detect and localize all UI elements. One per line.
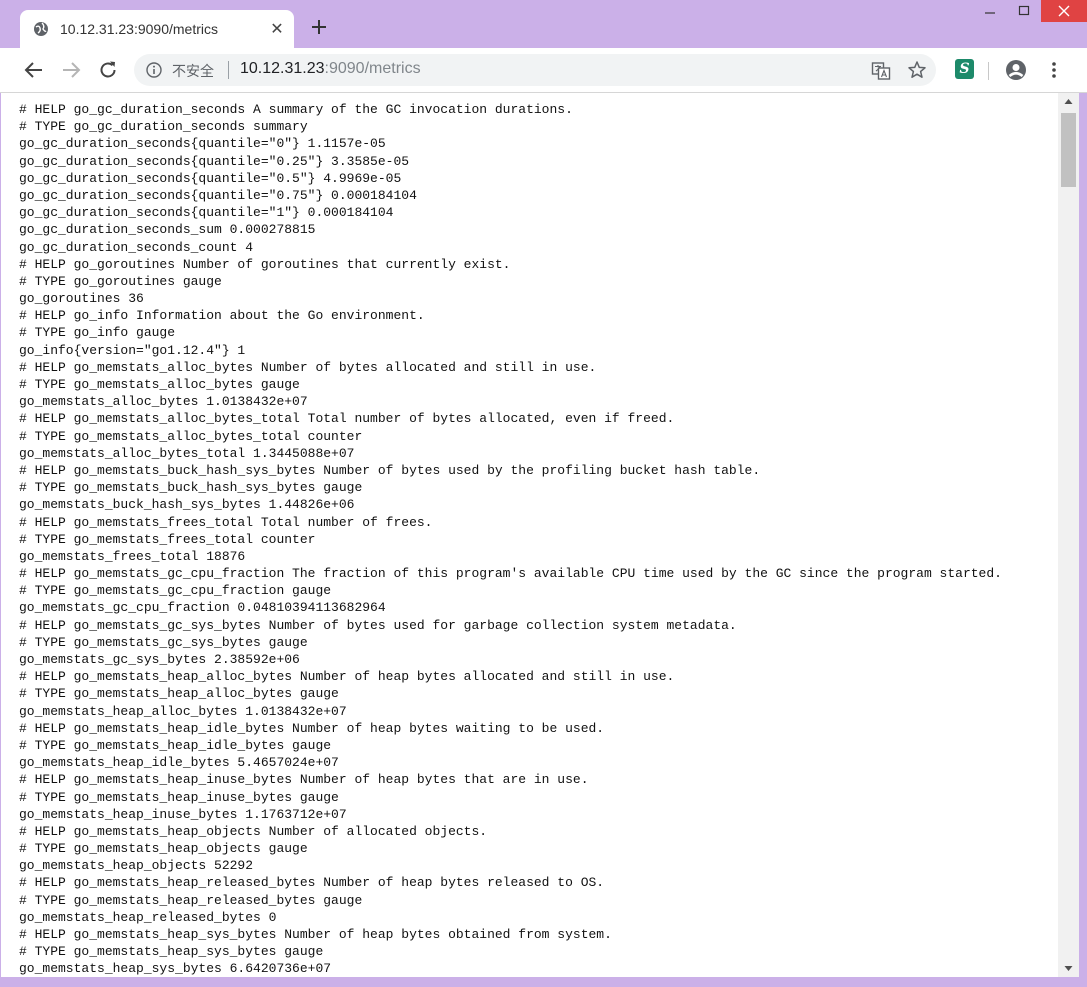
metric-line: # TYPE go_info gauge: [19, 325, 176, 341]
metric-line: # HELP go_memstats_alloc_bytes_total Tot…: [19, 411, 675, 427]
url-host: 10.12.31.23: [240, 60, 325, 77]
scroll-down-arrow-icon[interactable]: [1058, 960, 1079, 977]
metric-line: go_memstats_heap_objects 52292: [19, 858, 254, 874]
metric-line: # TYPE go_memstats_alloc_bytes gauge: [19, 377, 300, 392]
reload-icon[interactable]: [97, 59, 119, 81]
metric-line: go_gc_duration_seconds{quantile="0.5"} 4…: [19, 170, 402, 186]
tab-metrics[interactable]: 10.12.31.23:9090/metrics ✕: [20, 10, 294, 48]
url-text[interactable]: 10.12.31.23:9090/metrics: [240, 60, 421, 78]
metric-line: go_gc_duration_seconds_sum 0.000278815: [19, 222, 316, 238]
metric-line: go_memstats_heap_idle_bytes 5.4657024e+0…: [19, 755, 339, 771]
metric-line: go_memstats_gc_sys_bytes 2.38592e+06: [19, 652, 300, 667]
address-bar[interactable]: 不安全 10.12.31.23:9090/metrics: [134, 54, 936, 86]
metric-line: go_memstats_heap_inuse_bytes 1.1763712e+…: [19, 806, 347, 822]
vertical-scrollbar[interactable]: [1058, 93, 1079, 977]
globe-icon: [33, 21, 49, 37]
tab-strip: 10.12.31.23:9090/metrics ✕: [0, 0, 1087, 48]
metric-line: go_memstats_alloc_bytes 1.0138432e+07: [19, 394, 308, 410]
metric-line: # TYPE go_gc_duration_seconds summary: [19, 119, 308, 135]
metric-line: go_memstats_gc_cpu_fraction 0.0481039411…: [19, 600, 386, 616]
metric-line: # TYPE go_memstats_frees_total counter: [19, 531, 316, 547]
metric-line: # HELP go_info Information about the Go …: [19, 308, 425, 324]
metric-line: go_gc_duration_seconds{quantile="0.75"} …: [19, 187, 417, 203]
metric-line: go_memstats_heap_sys_bytes 6.6420736e+07: [19, 961, 332, 977]
metric-line: go_memstats_buck_hash_sys_bytes 1.44826e…: [19, 497, 355, 513]
metric-line: # HELP go_memstats_alloc_bytes Number of…: [19, 359, 597, 375]
extension-icon[interactable]: S: [955, 59, 974, 79]
metric-line: go_info{version="go1.12.4"} 1: [19, 342, 246, 358]
metric-line: # HELP go_memstats_heap_sys_bytes Number…: [19, 927, 612, 942]
translate-icon[interactable]: [871, 61, 891, 81]
metric-line: go_memstats_heap_released_bytes 0: [19, 909, 277, 925]
tab-title: 10.12.31.23:9090/metrics: [60, 21, 218, 37]
metric-line: # TYPE go_memstats_alloc_bytes_total cou…: [19, 428, 363, 444]
maximize-icon[interactable]: [1007, 0, 1041, 22]
metric-line: # TYPE go_memstats_buck_hash_sys_bytes g…: [19, 480, 363, 496]
window-bottom-border: [0, 977, 1087, 987]
metric-line: # HELP go_memstats_heap_idle_bytes Numbe…: [19, 720, 605, 736]
forward-arrow-icon[interactable]: [60, 59, 82, 81]
window-controls: [973, 0, 1087, 30]
metric-line: # HELP go_memstats_heap_inuse_bytes Numb…: [19, 772, 589, 788]
metrics-text: # HELP go_gc_duration_seconds A summary …: [19, 101, 1002, 977]
metric-line: # HELP go_memstats_heap_objects Number o…: [19, 823, 488, 839]
metric-line: # TYPE go_memstats_heap_inuse_bytes gaug…: [19, 789, 339, 805]
url-path: :9090/metrics: [324, 60, 421, 77]
metric-line: go_gc_duration_seconds{quantile="1"} 0.0…: [19, 205, 394, 221]
metric-line: # TYPE go_memstats_gc_sys_bytes gauge: [19, 634, 308, 650]
scrollbar-thumb[interactable]: [1061, 113, 1076, 187]
info-icon[interactable]: [146, 62, 162, 78]
browser-window: 10.12.31.23:9090/metrics ✕ 不安全 10.12.31.…: [0, 0, 1087, 987]
back-arrow-icon[interactable]: [23, 59, 45, 81]
plus-icon[interactable]: [308, 16, 330, 38]
metric-line: go_gc_duration_seconds{quantile="0"} 1.1…: [19, 136, 386, 152]
metric-line: go_gc_duration_seconds_count 4: [19, 239, 254, 255]
metric-line: # HELP go_goroutines Number of goroutine…: [19, 256, 511, 272]
kebab-menu-icon[interactable]: [1043, 59, 1065, 81]
metric-line: # HELP go_memstats_buck_hash_sys_bytes N…: [19, 462, 761, 478]
metric-line: go_memstats_frees_total 18876: [19, 548, 246, 564]
metric-line: # TYPE go_memstats_heap_sys_bytes gauge: [19, 944, 324, 960]
metric-line: # TYPE go_memstats_heap_alloc_bytes gaug…: [19, 686, 339, 702]
close-icon[interactable]: [1041, 0, 1087, 22]
scroll-up-arrow-icon[interactable]: [1058, 93, 1079, 110]
metric-line: # TYPE go_memstats_heap_objects gauge: [19, 841, 308, 857]
minimize-icon[interactable]: [973, 0, 1007, 22]
star-icon[interactable]: [907, 60, 927, 80]
close-icon[interactable]: ✕: [268, 20, 286, 38]
metric-line: # TYPE go_memstats_gc_cpu_fraction gauge: [19, 583, 332, 599]
metric-line: # TYPE go_goroutines gauge: [19, 273, 222, 289]
metric-line: # HELP go_memstats_heap_released_bytes N…: [19, 875, 605, 891]
page-content: # HELP go_gc_duration_seconds A summary …: [1, 93, 1058, 977]
browser-toolbar: 不安全 10.12.31.23:9090/metrics S: [0, 48, 1087, 93]
metric-line: # TYPE go_memstats_heap_idle_bytes gauge: [19, 737, 332, 753]
metric-line: go_gc_duration_seconds{quantile="0.25"} …: [19, 153, 410, 169]
metric-line: # TYPE go_memstats_heap_released_bytes g…: [19, 892, 363, 908]
metric-line: # HELP go_memstats_gc_sys_bytes Number o…: [19, 617, 737, 633]
metric-line: # HELP go_gc_duration_seconds A summary …: [19, 102, 573, 117]
metric-line: # HELP go_memstats_frees_total Total num…: [19, 514, 433, 530]
account-icon[interactable]: [1005, 59, 1027, 81]
metric-line: # HELP go_memstats_gc_cpu_fraction The f…: [19, 566, 1002, 582]
metric-line: # HELP go_memstats_heap_alloc_bytes Numb…: [19, 669, 675, 685]
metric-line: go_memstats_alloc_bytes_total 1.3445088e…: [19, 445, 355, 461]
toolbar-divider: [988, 62, 989, 80]
security-label[interactable]: 不安全: [172, 61, 214, 81]
address-divider: [228, 61, 229, 79]
metric-line: go_memstats_heap_alloc_bytes 1.0138432e+…: [19, 703, 347, 719]
metric-line: go_goroutines 36: [19, 291, 144, 307]
